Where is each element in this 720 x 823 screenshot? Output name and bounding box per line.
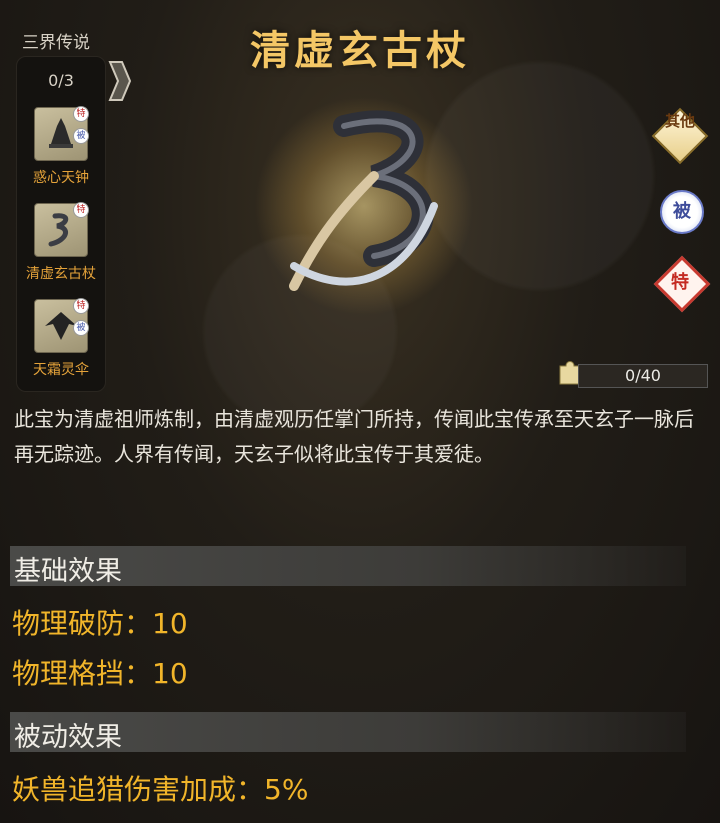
umbrella-icon: 特 被 (34, 298, 89, 353)
item-description: 此宝为清虚祖师炼制，由清虚观历任掌门所持，传闻此宝传承至天玄子一脉后再无踪迹。人… (14, 407, 694, 466)
special-tag-icon: 特 (73, 202, 89, 218)
staff-icon: 特 (34, 202, 89, 257)
section-title: 基础效果 (14, 556, 122, 587)
bell-icon: 特 被 (34, 106, 89, 161)
special-tag-icon: 特 (73, 298, 89, 314)
passive-tab-icon[interactable]: 被 (660, 190, 704, 234)
basic-effect-header: 基础效果 (10, 546, 686, 587)
passive-tag-icon: 被 (73, 128, 89, 144)
side-item-bell[interactable]: 特 被 惑心天钟 (17, 106, 105, 187)
passive-tag-icon: 被 (73, 320, 89, 336)
staff-icon (289, 110, 438, 291)
artifact-image (254, 96, 474, 316)
series-side-panel: 0/3 特 被 惑心天钟 特 清虚玄古杖 特 被 天霜灵伞 (16, 56, 106, 392)
passive-effect-header: 被动效果 (10, 712, 686, 753)
other-tab-label[interactable]: 其他 (660, 112, 700, 130)
stat-physical-block: 物理格挡：10 (12, 657, 188, 690)
stat-beast-hunt-bonus: 妖兽追猎伤害加成：5% (12, 773, 309, 806)
special-tab-label[interactable]: 特 (660, 268, 700, 294)
side-item-staff[interactable]: 特 清虚玄古杖 (17, 202, 105, 283)
fragment-count: 0/40 (625, 366, 661, 385)
section-title: 被动效果 (14, 722, 122, 753)
side-item-label: 天霜灵伞 (33, 362, 89, 378)
item-title: 清虚玄古杖 (250, 28, 470, 74)
fragment-progress-bar: 0/40 (578, 364, 708, 388)
side-item-label: 惑心天钟 (33, 170, 89, 186)
side-item-umbrella[interactable]: 特 被 天霜灵伞 (17, 298, 105, 379)
stat-physical-penetration: 物理破防：10 (12, 607, 188, 640)
special-tag-icon: 特 (73, 106, 89, 122)
side-item-label: 清虚玄古杖 (26, 266, 96, 282)
